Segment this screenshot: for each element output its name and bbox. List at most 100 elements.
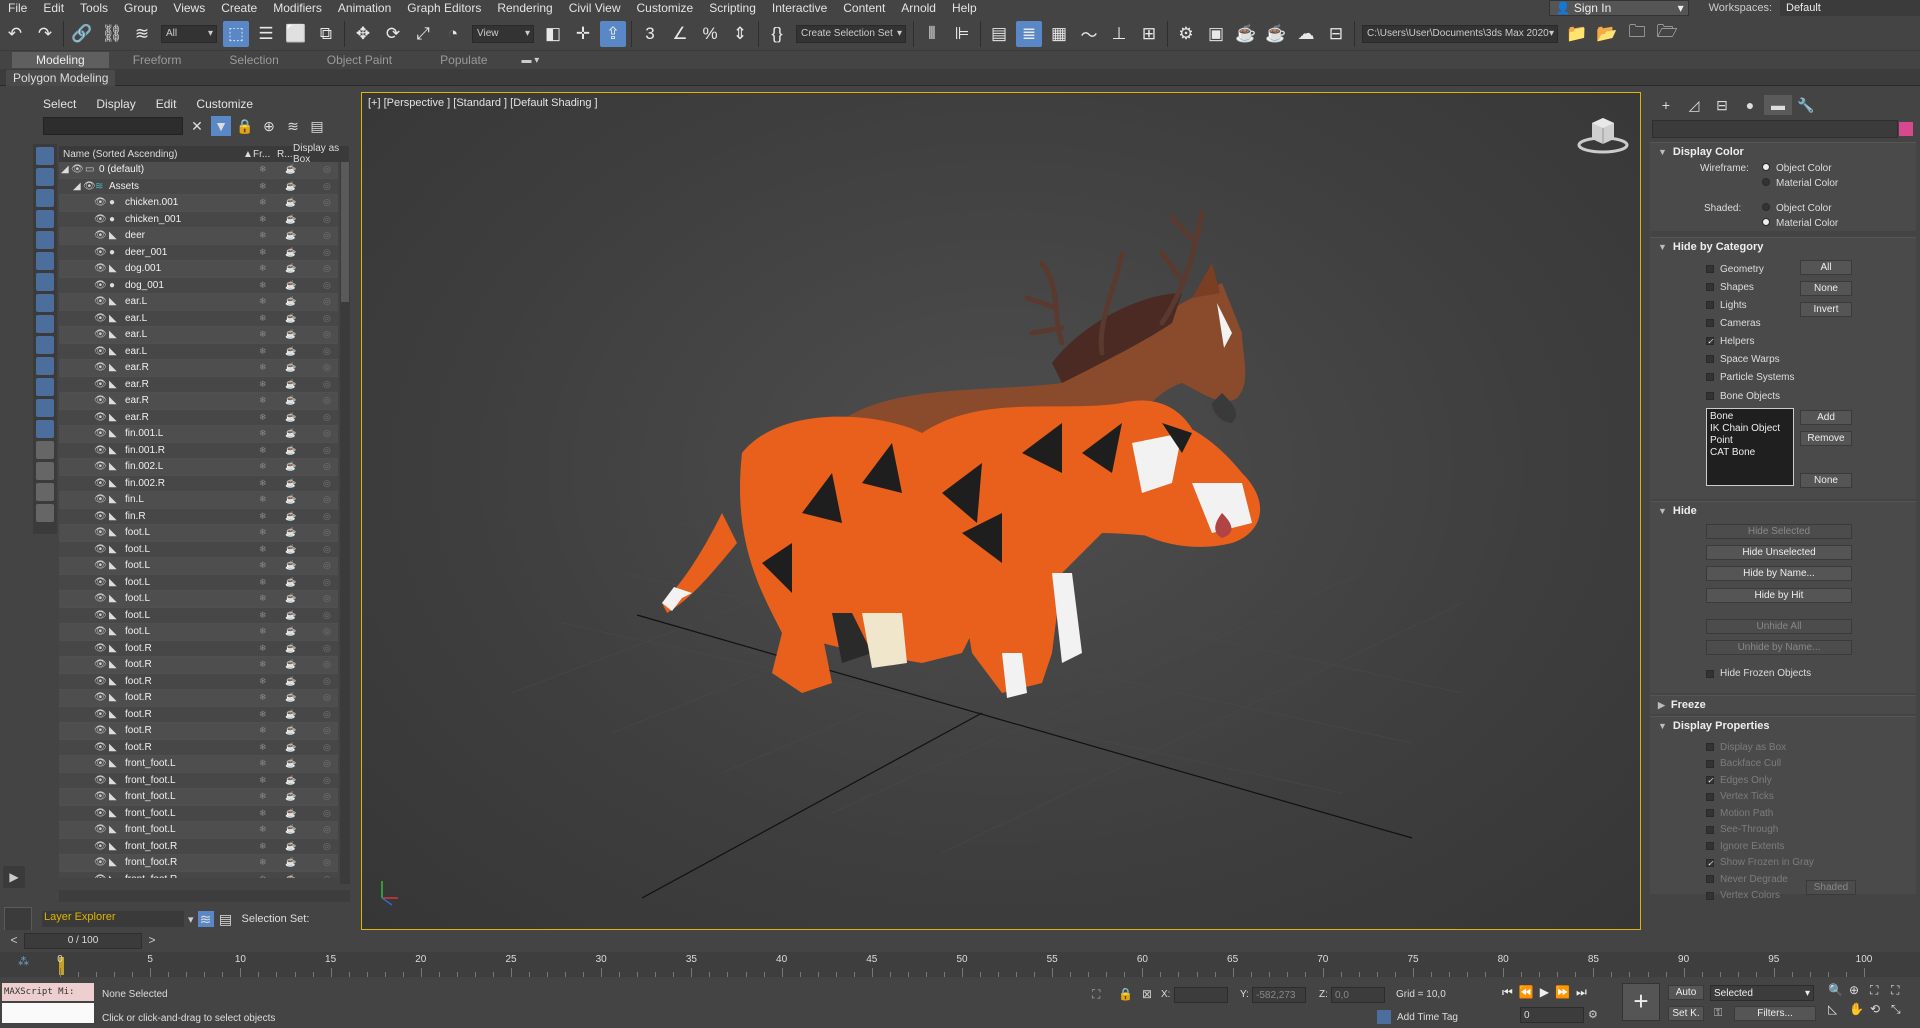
freeze-icon[interactable]: ❄ <box>259 197 267 208</box>
shapes-filter-icon[interactable] <box>36 168 54 186</box>
display-as-box-icon[interactable]: ◎ <box>323 494 331 505</box>
go-to-start-icon[interactable]: ⏮ <box>1502 985 1513 1000</box>
project-path-dropdown[interactable]: C:\Users\User\Documents\3ds Max 2020 ▾ <box>1362 24 1558 43</box>
toggle-layer-explorer-icon[interactable]: ≣ <box>1016 20 1042 47</box>
display-as-box-icon[interactable]: ◎ <box>323 412 331 423</box>
scene-row[interactable]: 👁 ◣ dog.001 ❄ ☕ ◎ <box>59 261 338 278</box>
renderable-teapot-icon[interactable]: ☕ <box>285 214 296 225</box>
category-list-item[interactable]: CAT Bone <box>1710 447 1790 459</box>
eye-icon[interactable]: 👁 <box>94 874 108 878</box>
freeze-icon[interactable]: ❄ <box>259 857 267 868</box>
display-color-header[interactable]: ▼ Display Color <box>1650 143 1916 161</box>
ribbon-options-icon[interactable]: ▬ ▾ <box>522 55 540 66</box>
freeze-icon[interactable]: ❄ <box>259 445 267 456</box>
scene-row[interactable]: 👁 ● deer_001 ❄ ☕ ◎ <box>59 244 338 261</box>
menu-customize[interactable]: Customize <box>629 1 702 15</box>
menu-views[interactable]: Views <box>165 1 213 15</box>
display-as-box-icon[interactable]: ◎ <box>323 313 331 324</box>
display-as-box-icon[interactable]: ◎ <box>323 857 331 868</box>
ribbon-tab-populate[interactable]: Populate <box>416 53 511 67</box>
display-tab-icon[interactable]: ▬ <box>1764 95 1792 115</box>
renderable-teapot-icon[interactable]: ☕ <box>285 164 296 175</box>
render-in-cloud-icon[interactable]: ☁ <box>1293 21 1319 47</box>
zoom-all-icon[interactable]: ⊕ <box>1849 983 1867 998</box>
category-list-item[interactable]: Point <box>1710 435 1790 447</box>
freeze-icon[interactable]: ❄ <box>259 725 267 736</box>
rotate-icon[interactable]: ⟳ <box>380 21 406 47</box>
folder-icon[interactable] <box>36 504 54 522</box>
options-icon[interactable]: ▤ <box>307 116 327 136</box>
freeze-icon[interactable]: ❄ <box>259 775 267 786</box>
renderable-teapot-icon[interactable]: ☕ <box>285 626 296 637</box>
eye-icon[interactable]: 👁 <box>94 791 108 802</box>
paint-select-icon[interactable] <box>36 462 54 480</box>
bones-filter-icon[interactable] <box>36 315 54 333</box>
curve-editor-mini-icon[interactable]: ⁂ <box>18 955 29 968</box>
display-as-box-icon[interactable]: ◎ <box>323 626 331 637</box>
menu-edit[interactable]: Edit <box>35 1 72 15</box>
set-key-icon[interactable]: + <box>1622 983 1660 1021</box>
category-item[interactable]: Cameras <box>1706 314 1794 332</box>
renderable-teapot-icon[interactable]: ☕ <box>285 577 296 588</box>
key-mode-icon[interactable]: ⚿ <box>1714 1007 1722 1020</box>
freeze-icon[interactable]: ❄ <box>259 824 267 835</box>
eye-icon[interactable]: 👁 <box>94 362 108 373</box>
hide-selected-button[interactable]: Hide Selected <box>1706 524 1852 539</box>
display-as-box-icon[interactable]: ◎ <box>323 346 331 357</box>
renderable-teapot-icon[interactable]: ☕ <box>285 725 296 736</box>
project-folder-icon[interactable]: 📁 <box>1564 21 1590 47</box>
freeze-icon[interactable]: ❄ <box>259 593 267 604</box>
mirror-icon[interactable]: ⫴ <box>919 21 945 47</box>
motion-tab-icon[interactable]: ● <box>1736 95 1764 115</box>
layers-options-icon[interactable]: ▤ <box>218 911 234 927</box>
display-property-item[interactable]: Backface Cull <box>1706 756 1814 773</box>
menu-modifiers[interactable]: Modifiers <box>265 1 330 15</box>
freeze-icon[interactable]: ❄ <box>259 181 267 192</box>
eye-icon[interactable]: 👁 <box>94 494 108 505</box>
display-property-item[interactable]: ✓ Show Frozen in Gray <box>1706 855 1814 872</box>
layers-sort-icon[interactable]: ≋ <box>197 911 214 927</box>
explorer-menu-select[interactable]: Select <box>33 97 86 111</box>
eye-icon[interactable]: 👁 <box>94 758 108 769</box>
a360-gallery-icon[interactable]: ⊟ <box>1323 21 1349 47</box>
z-coordinate-field[interactable]: 0,0 <box>1331 987 1385 1003</box>
cameras-filter-icon[interactable] <box>36 210 54 228</box>
scene-row[interactable]: 👁 ◣ front_foot.L ❄ ☕ ◎ <box>59 772 338 789</box>
eye-icon[interactable]: 👁 <box>94 544 108 555</box>
renderable-teapot-icon[interactable]: ☕ <box>285 296 296 307</box>
eye-icon[interactable]: 👁 <box>94 577 108 588</box>
go-to-end-icon[interactable]: ⏭ <box>1576 985 1587 1000</box>
display-as-box-icon[interactable]: ◎ <box>323 181 331 192</box>
renderable-teapot-icon[interactable]: ☕ <box>285 511 296 522</box>
display-as-box-icon[interactable]: ◎ <box>323 824 331 835</box>
all-button[interactable]: All <box>1800 260 1852 275</box>
display-property-item[interactable]: See-Through <box>1706 822 1814 839</box>
category-checkbox[interactable] <box>1706 319 1714 327</box>
material-editor-icon[interactable]: ⊞ <box>1136 21 1162 47</box>
eye-icon[interactable]: 👁 <box>94 263 108 274</box>
play-icon[interactable]: ▶ <box>1540 985 1549 1000</box>
unlink-icon[interactable]: ⛓ <box>99 21 125 47</box>
invert-display-icon[interactable] <box>36 441 54 459</box>
renderable-teapot-icon[interactable]: ☕ <box>285 841 296 852</box>
eye-icon[interactable]: 👁 <box>94 775 108 786</box>
freeze-icon[interactable]: ❄ <box>259 461 267 472</box>
scene-row[interactable]: 👁 ◣ foot.L ❄ ☕ ◎ <box>59 541 338 558</box>
eye-icon[interactable]: 👁 <box>94 296 108 307</box>
scene-row[interactable]: 👁 ◣ fin.002.L ❄ ☕ ◎ <box>59 459 338 476</box>
reference-coordinate-dropdown[interactable]: View ▾ <box>472 24 534 43</box>
next-frame-icon[interactable]: > <box>144 933 160 949</box>
display-property-checkbox[interactable] <box>1706 825 1714 834</box>
freeze-icon[interactable]: ❄ <box>259 610 267 621</box>
eye-icon[interactable]: 👁 <box>94 395 108 406</box>
eye-icon[interactable]: 👁 <box>94 197 108 208</box>
menu-graph-editors[interactable]: Graph Editors <box>399 1 489 15</box>
clear-icon[interactable]: ✕ <box>187 116 207 136</box>
scene-row[interactable]: 👁 ◣ foot.L ❄ ☕ ◎ <box>59 624 338 641</box>
scene-row[interactable]: 👁 ● dog_001 ❄ ☕ ◎ <box>59 277 338 294</box>
display-as-box-icon[interactable]: ◎ <box>323 610 331 621</box>
scene-row[interactable]: 👁 ◣ front_foot.L ❄ ☕ ◎ <box>59 789 338 806</box>
frozen-column-header[interactable]: Fr... <box>253 149 270 160</box>
display-as-box-icon[interactable]: ◎ <box>323 263 331 274</box>
modify-tab-icon[interactable]: ◿ <box>1680 95 1708 115</box>
